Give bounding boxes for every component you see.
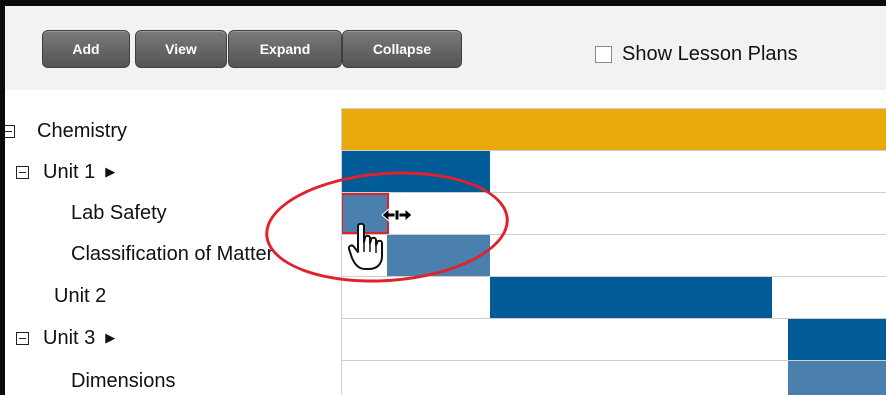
- tree-row-lab-safety[interactable]: Lab Safety: [71, 193, 167, 233]
- tree-label-course: Chemistry: [37, 119, 128, 142]
- window-left-border: [0, 0, 5, 395]
- collapse-button[interactable]: Collapse: [342, 30, 462, 68]
- tree-label-dimensions: Dimensions: [71, 369, 176, 392]
- expand-button[interactable]: Expand: [228, 30, 342, 68]
- course-bar[interactable]: [341, 109, 886, 150]
- toolbar: Add View Expand Collapse Show Lesson Pla…: [5, 6, 886, 90]
- add-button[interactable]: Add: [42, 30, 130, 68]
- expand-arrow-icon[interactable]: ▶: [105, 330, 115, 346]
- tree-row-unit-1[interactable]: Unit 1 ▶: [16, 152, 115, 192]
- unit-3-bar[interactable]: [788, 319, 886, 360]
- window-top-border: [0, 0, 886, 6]
- tree-label-unit-1: Unit 1: [43, 160, 96, 183]
- toggle-box-icon[interactable]: [16, 331, 29, 345]
- expand-arrow-icon[interactable]: ▶: [105, 164, 115, 180]
- gantt-scheduler-window: Add View Expand Collapse Show Lesson Pla…: [0, 0, 886, 395]
- tree-row-unit-3[interactable]: Unit 3 ▶: [16, 318, 115, 358]
- hand-cursor-icon: [348, 222, 383, 270]
- tree-label-lab-safety: Lab Safety: [71, 201, 167, 224]
- tree-row-course[interactable]: Chemistry: [2, 111, 127, 151]
- tree-label-classification: Classification of Matter: [71, 242, 274, 265]
- show-lesson-plans-toggle[interactable]: Show Lesson Plans: [595, 42, 798, 66]
- tree-row-classification[interactable]: Classification of Matter: [71, 234, 273, 274]
- unit-2-bar[interactable]: [490, 277, 772, 318]
- toggle-box-icon[interactable]: [16, 165, 29, 179]
- tree-row-unit-2[interactable]: Unit 2: [54, 276, 106, 316]
- tree-label-unit-3: Unit 3: [43, 326, 96, 349]
- view-button[interactable]: View: [135, 30, 227, 68]
- checkbox-icon[interactable]: [595, 45, 612, 63]
- dimensions-bar[interactable]: [788, 361, 886, 395]
- show-lesson-plans-label: Show Lesson Plans: [622, 42, 798, 65]
- tree-row-dimensions[interactable]: Dimensions: [71, 361, 175, 395]
- tree-label-unit-2: Unit 2: [54, 284, 107, 307]
